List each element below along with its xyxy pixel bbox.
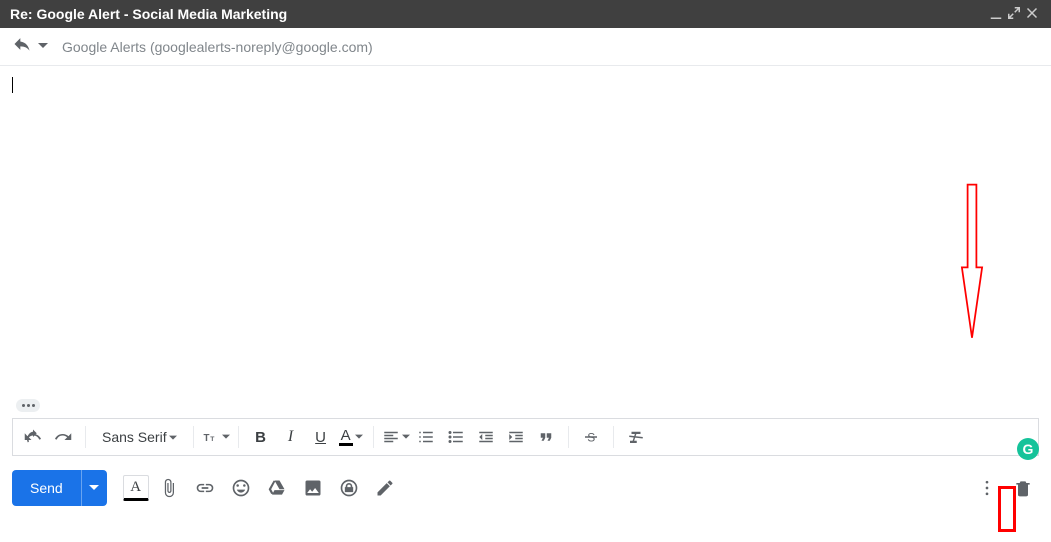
insert-signature-button[interactable] [369, 472, 401, 504]
caret-down-icon [355, 428, 363, 446]
separator [568, 426, 569, 448]
svg-text:T: T [203, 433, 209, 444]
insert-link-button[interactable] [189, 472, 221, 504]
insert-emoji-button[interactable] [225, 472, 257, 504]
separator [238, 426, 239, 448]
numbered-list-button[interactable] [412, 423, 440, 451]
recipient-text[interactable]: Google Alerts (googlealerts-noreply@goog… [62, 39, 373, 55]
discard-draft-button[interactable] [1007, 472, 1039, 504]
italic-button[interactable]: I [277, 423, 305, 451]
align-button[interactable] [382, 423, 410, 451]
indent-more-button[interactable] [502, 423, 530, 451]
bulleted-list-button[interactable] [442, 423, 470, 451]
show-trimmed-content-button[interactable] [16, 399, 40, 412]
compose-body[interactable] [0, 66, 1051, 418]
quote-button[interactable] [532, 423, 560, 451]
font-family-select[interactable]: Sans Serif [94, 423, 185, 451]
send-button[interactable]: Send [12, 470, 81, 506]
formatting-toolbar: Sans Serif TT B I U A S [12, 418, 1039, 456]
indent-less-button[interactable] [472, 423, 500, 451]
reply-type-caret-icon[interactable] [38, 38, 48, 56]
recipient-row: Google Alerts (googlealerts-noreply@goog… [0, 28, 1051, 66]
underline-button[interactable]: U [307, 423, 335, 451]
text-cursor [12, 77, 13, 93]
separator [613, 426, 614, 448]
font-family-label: Sans Serif [102, 429, 167, 445]
action-bar: Send A [12, 470, 1039, 506]
strikethrough-button[interactable]: S [577, 423, 605, 451]
reply-icon[interactable] [12, 34, 32, 59]
caret-down-icon [222, 428, 230, 446]
svg-text:T: T [210, 436, 215, 443]
minimize-icon[interactable] [987, 4, 1005, 25]
attach-file-button[interactable] [153, 472, 185, 504]
separator [85, 426, 86, 448]
formatting-toggle-button[interactable]: A [123, 475, 149, 501]
redo-button[interactable] [49, 423, 77, 451]
send-options-button[interactable] [81, 470, 107, 506]
font-size-select[interactable]: TT [202, 423, 230, 451]
separator [373, 426, 374, 448]
insert-photo-button[interactable] [297, 472, 329, 504]
font-color-button[interactable]: A [337, 423, 365, 451]
separator [193, 426, 194, 448]
remove-formatting-button[interactable] [622, 423, 650, 451]
undo-button[interactable] [19, 423, 47, 451]
close-icon[interactable] [1023, 4, 1041, 25]
svg-text:S: S [587, 431, 595, 445]
insert-drive-button[interactable] [261, 472, 293, 504]
window-title: Re: Google Alert - Social Media Marketin… [10, 6, 987, 22]
caret-down-icon [402, 428, 410, 446]
bold-button[interactable]: B [247, 423, 275, 451]
restore-icon[interactable] [1005, 4, 1023, 25]
window-titlebar: Re: Google Alert - Social Media Marketin… [0, 0, 1051, 28]
confidential-mode-button[interactable] [333, 472, 365, 504]
more-options-button[interactable] [971, 472, 1003, 504]
caret-down-icon [169, 429, 177, 445]
grammarly-badge[interactable]: G [1017, 438, 1039, 460]
send-button-group: Send [12, 470, 107, 506]
